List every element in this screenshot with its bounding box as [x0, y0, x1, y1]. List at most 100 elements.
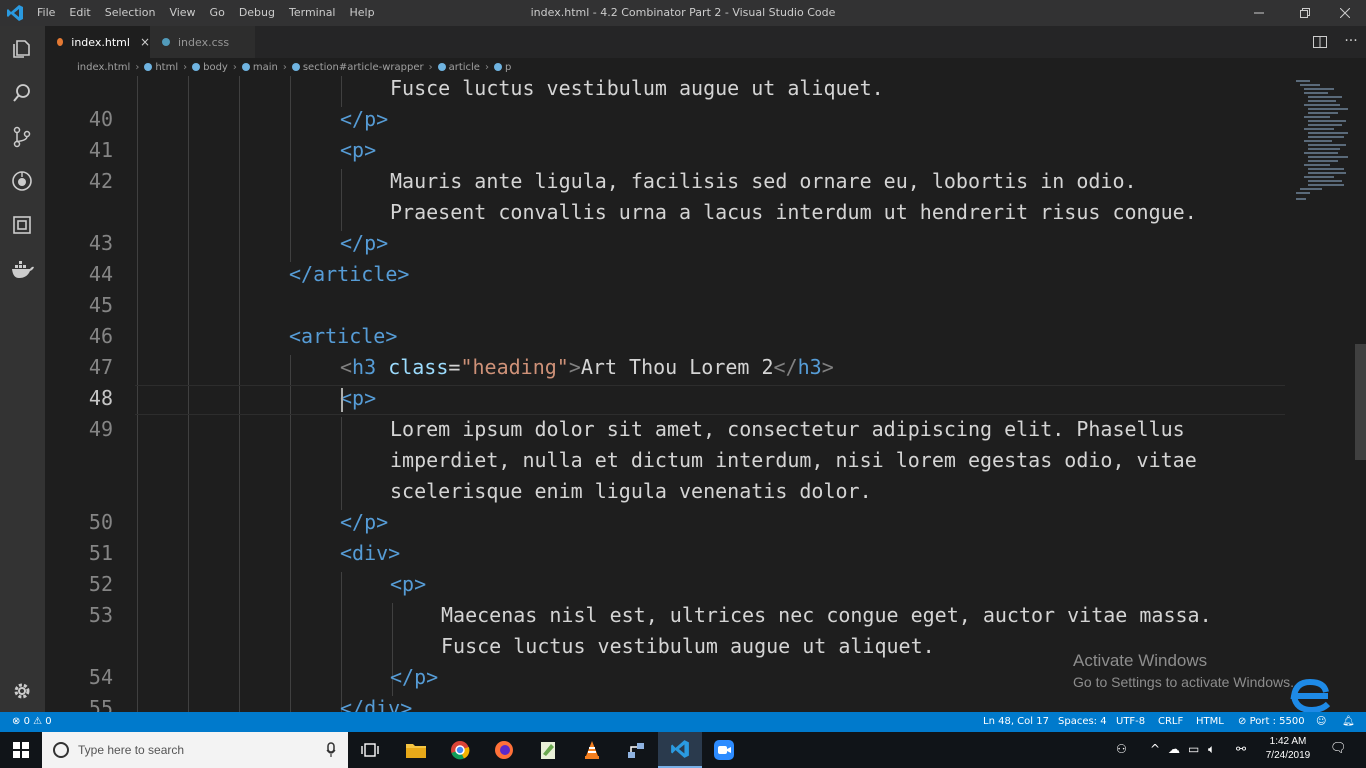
activity-bar: [0, 26, 45, 712]
microphone-icon[interactable]: [326, 742, 336, 758]
menu-file[interactable]: File: [30, 0, 62, 26]
people-icon[interactable]: ⚇: [1116, 742, 1132, 758]
taskbar-firefox[interactable]: [482, 732, 526, 768]
chevron-right-icon: ›: [183, 61, 188, 73]
code-text: Maecenas nisl est, ultrices nec congue e…: [441, 603, 1212, 627]
taskbar-network-app[interactable]: [614, 732, 658, 768]
code-text: Mauris ante ligula, facilisis sed ornare…: [390, 169, 1137, 193]
code-punctuation: >: [821, 355, 834, 379]
close-tab-icon[interactable]: ×: [140, 35, 150, 49]
tab-index-html[interactable]: index.html ×: [45, 26, 150, 58]
menu-help[interactable]: Help: [343, 0, 382, 26]
menu-debug[interactable]: Debug: [232, 0, 282, 26]
code-text: Lorem ipsum dolor sit amet, consectetur …: [390, 417, 1185, 441]
search-icon[interactable]: [9, 80, 35, 106]
breadcrumb-item[interactable]: p: [493, 62, 511, 73]
extensions-icon[interactable]: [9, 212, 35, 238]
feedback-icon[interactable]: ☺: [1316, 712, 1326, 732]
live-server-port[interactable]: ⊘ Port : 5500: [1238, 712, 1305, 732]
tab-index-css[interactable]: index.css: [150, 26, 255, 58]
vscode-logo-icon: [7, 5, 23, 21]
task-view-button[interactable]: [348, 732, 392, 768]
folder-icon: [406, 744, 426, 758]
taskbar-vlc[interactable]: [570, 732, 614, 768]
chevron-right-icon: ›: [428, 61, 433, 73]
cortana-circle-icon: [53, 742, 69, 758]
battery-icon[interactable]: ▭: [1188, 742, 1202, 758]
element-icon: [241, 63, 250, 71]
volume-muted-icon[interactable]: 🔈︎: [1208, 742, 1224, 758]
notifications-bell-icon[interactable]: 🔔︎: [1342, 712, 1355, 732]
indent-guide: [341, 572, 342, 712]
encoding[interactable]: UTF-8: [1116, 712, 1145, 732]
problems-indicator[interactable]: ⊗ 0 ⚠ 0: [12, 712, 52, 732]
cursor-position[interactable]: Ln 48, Col 17: [983, 712, 1049, 732]
minimize-icon: [1254, 12, 1264, 14]
code-text: scelerisque enim ligula venenatis dolor.: [390, 479, 872, 503]
end-of-line[interactable]: CRLF: [1158, 712, 1183, 732]
menu-terminal[interactable]: Terminal: [282, 0, 343, 26]
split-editor-button[interactable]: [1313, 34, 1329, 50]
explorer-icon[interactable]: [9, 36, 35, 62]
menu-view[interactable]: View: [162, 0, 202, 26]
menu-go[interactable]: Go: [203, 0, 232, 26]
text-caret: [341, 388, 343, 412]
language-mode[interactable]: HTML: [1196, 712, 1224, 732]
minimap[interactable]: [1290, 76, 1354, 216]
show-hidden-icons-chevron-icon[interactable]: ^: [1150, 742, 1164, 758]
indentation[interactable]: Spaces: 4: [1058, 712, 1107, 732]
taskbar-notepad-plus[interactable]: [526, 732, 570, 768]
code-attribute: class: [388, 355, 449, 379]
taskbar-vscode[interactable]: [658, 732, 702, 768]
taskbar-chrome[interactable]: [438, 732, 482, 768]
chevron-right-icon: ›: [484, 61, 489, 73]
taskbar-search-box[interactable]: Type here to search: [42, 732, 348, 768]
menu-selection[interactable]: Selection: [98, 0, 163, 26]
indent-guide: [341, 417, 342, 510]
clock[interactable]: 1:42 AM 7/24/2019: [1258, 735, 1318, 763]
breadcrumb-item[interactable]: article: [437, 62, 480, 73]
warning-icon: ⚠: [33, 716, 43, 727]
breadcrumb-item[interactable]: section#article-wrapper: [291, 62, 424, 73]
code-text: Praesent convallis urna a lacus interdum…: [390, 200, 1197, 224]
source-control-icon[interactable]: [9, 124, 35, 150]
more-actions-icon[interactable]: ···: [1341, 32, 1361, 52]
scrollbar-thumb[interactable]: [1355, 344, 1366, 460]
vertical-scrollbar[interactable]: [1355, 76, 1366, 712]
status-bar: ⊗ 0 ⚠ 0 Ln 48, Col 17 Spaces: 4 UTF-8 CR…: [0, 712, 1366, 732]
close-window-button[interactable]: [1322, 0, 1366, 26]
code-text: Art Thou Lorem 2: [580, 355, 774, 379]
code-punctuation: >: [568, 355, 581, 379]
windows-taskbar: Type here to search ⚇ ^ ☁ ▭ 🔈︎ ⚯ 1:42 AM…: [0, 732, 1366, 768]
start-button[interactable]: [0, 732, 42, 768]
debug-icon[interactable]: [9, 168, 35, 194]
editor-tabs: index.html × index.css ···: [45, 26, 1366, 58]
vlc-cone-icon: [585, 741, 599, 759]
breadcrumb-item[interactable]: body: [192, 62, 228, 73]
network-icon[interactable]: ⚯: [1236, 742, 1252, 758]
restore-icon: [1300, 8, 1310, 18]
breadcrumb-item[interactable]: html: [144, 62, 178, 73]
task-view-icon: [361, 743, 379, 757]
indent-guide: [341, 169, 342, 231]
line-number: 46: [88, 324, 113, 348]
settings-gear-icon[interactable]: [9, 678, 35, 704]
docker-icon[interactable]: [9, 256, 35, 282]
taskbar-file-explorer[interactable]: [394, 732, 438, 768]
code-text: Fusce luctus vestibulum augue ut aliquet…: [441, 634, 935, 658]
element-icon: [192, 63, 201, 71]
breadcrumb-item[interactable]: index.html: [77, 62, 130, 73]
action-center-icon[interactable]: 🗨︎: [1330, 741, 1348, 759]
onedrive-cloud-icon[interactable]: ☁: [1168, 742, 1182, 758]
clock-date: 7/24/2019: [1265, 750, 1311, 761]
css-file-icon: [162, 38, 170, 46]
code-editor[interactable]: 40 41 42 43 44 45 46 47 48 49 50 51 52 5…: [45, 76, 1355, 712]
zoom-icon: [714, 740, 734, 760]
line-number: 50: [88, 510, 113, 534]
breadcrumb-item[interactable]: main: [241, 62, 278, 73]
taskbar-zoom[interactable]: [702, 732, 746, 768]
line-number: 51: [88, 541, 113, 565]
menu-edit[interactable]: Edit: [62, 0, 97, 26]
menu-bar: File Edit Selection View Go Debug Termin…: [30, 0, 382, 26]
minimize-button[interactable]: [1236, 0, 1282, 26]
